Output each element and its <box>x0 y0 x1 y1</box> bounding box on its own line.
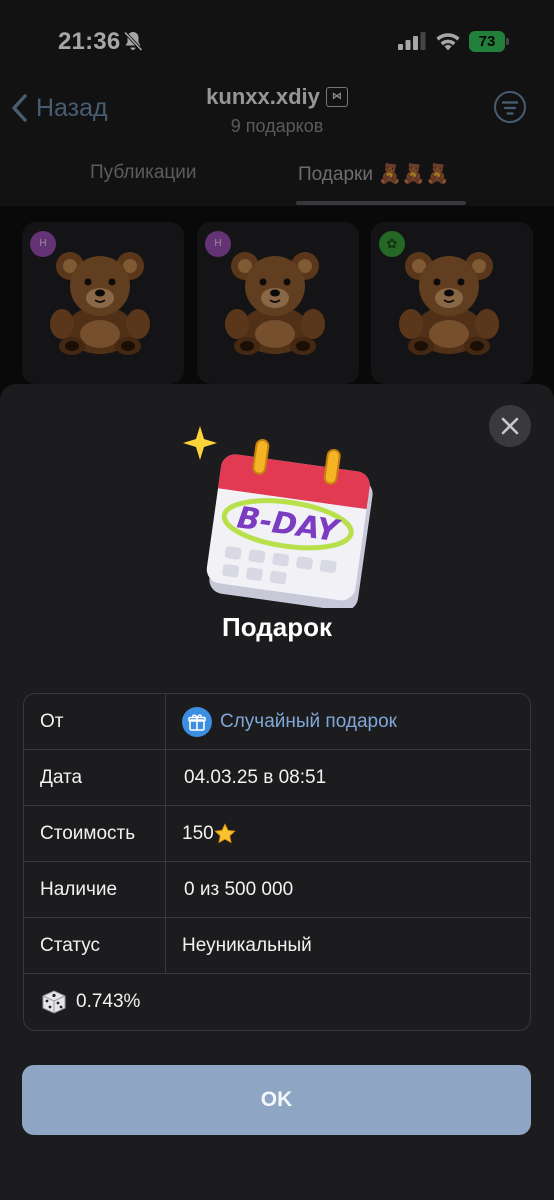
status-value: Неуникальный <box>182 935 312 956</box>
row-label: Статус <box>24 918 166 974</box>
gift-info-table: От Случайный подарок Дата 04.03.25 в 08:… <box>23 693 531 1031</box>
row-label: От <box>24 694 166 750</box>
gift-details-sheet: B-DAY Подарок От Случайный подарок Дата … <box>0 384 554 1200</box>
table-row: Наличие 0 из 500 000 <box>24 862 530 918</box>
close-icon <box>501 417 519 435</box>
price-amount: 150 <box>182 823 214 844</box>
close-button[interactable] <box>489 405 531 447</box>
birthday-calendar-icon: B-DAY <box>183 426 373 608</box>
screen: 21:36 73 Назад kunxx.xdiy ⋈ 9 подарков П… <box>0 0 554 1200</box>
ok-button[interactable]: OK <box>22 1065 531 1135</box>
chance-row: 0.743% <box>24 974 530 1030</box>
sender-link[interactable]: Случайный подарок <box>182 694 397 750</box>
gift-icon <box>182 707 212 737</box>
date-value: 04.03.25 в 08:51 <box>184 767 327 788</box>
table-row: Дата 04.03.25 в 08:51 <box>24 750 530 806</box>
availability-value: 0 из 500 000 <box>184 879 294 900</box>
chance-value: 0.743% <box>76 991 141 1012</box>
sender-name: Случайный подарок <box>220 711 397 732</box>
row-label: Наличие <box>24 862 166 918</box>
dice-icon <box>42 990 66 1014</box>
table-row: От Случайный подарок <box>24 694 530 750</box>
sheet-title: Подарок <box>222 612 332 642</box>
table-row: Стоимость 150 <box>24 806 530 862</box>
star-icon <box>214 823 236 844</box>
row-label: Дата <box>24 750 166 806</box>
price-value: 150 <box>182 806 236 862</box>
table-row: Статус Неуникальный <box>24 918 530 974</box>
row-label: Стоимость <box>24 806 166 862</box>
